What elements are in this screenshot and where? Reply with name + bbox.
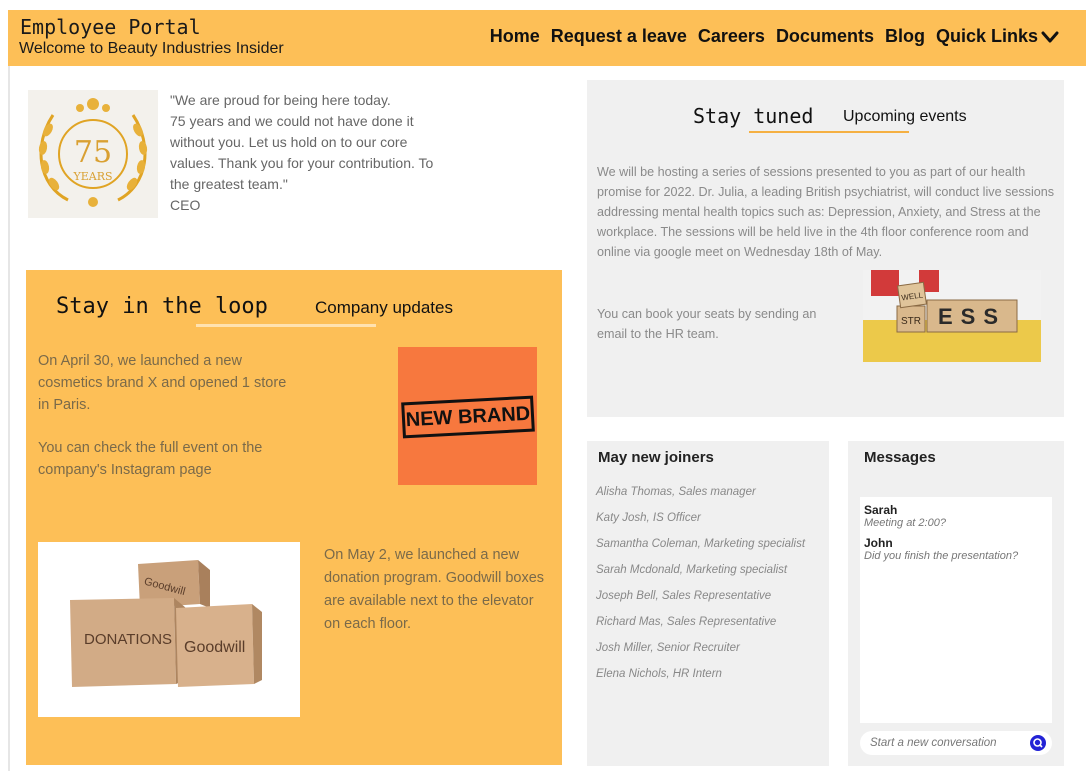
upcoming-events-section: Stay tuned Upcoming events We will be ho… [587, 80, 1064, 417]
nav-quick-links[interactable]: Quick Links [936, 26, 1060, 47]
company-updates-section: Stay in the loop Company updates On Apri… [26, 270, 562, 765]
joiners-title: May new joiners [598, 449, 714, 466]
update-instagram: You can check the full event on the comp… [38, 440, 263, 478]
event-booking-info: You can book your seats by sending an em… [597, 307, 817, 341]
nav-careers[interactable]: Careers [698, 26, 765, 47]
list-item: Joseph Bell, Sales Representative [596, 590, 772, 602]
top-header: Employee Portal Welcome to Beauty Indust… [8, 10, 1086, 66]
joiners-list: Alisha Thomas, Sales manager Katy Josh, … [596, 485, 822, 693]
messages-section: Messages Sarah Meeting at 2:00? John Did… [848, 441, 1064, 766]
new-brand-stamp: NEW BRAND [401, 395, 535, 439]
list-item: Richard Mas, Sales Representative [596, 616, 777, 628]
list-item: Elena Nichols, HR Intern [596, 668, 722, 680]
quote-line: values. Thank you for your contribution.… [170, 155, 434, 171]
nav-home[interactable]: Home [490, 26, 540, 47]
list-item: Samantha Coleman, Marketing specialist [596, 538, 806, 550]
nav-documents[interactable]: Documents [776, 26, 874, 47]
quote-line: without you. Let us hold on to our core [170, 134, 408, 150]
tuned-title: Stay tuned [693, 104, 814, 128]
quote-line: the greatest team." [170, 176, 288, 192]
message-preview: Did you finish the presentation? [864, 550, 1019, 562]
update-brand-launch: On April 30, we launched a new cosmetics… [38, 353, 287, 413]
new-joiners-section: May new joiners Alisha Thomas, Sales man… [587, 441, 829, 766]
new-conversation-bar [860, 731, 1052, 755]
quote-line: 75 years and we could not have done it [170, 113, 414, 129]
quick-links-label: Quick Links [935, 26, 1038, 46]
page-edge [8, 66, 10, 771]
messages-title: Messages [864, 449, 936, 466]
donation-boxes-image: Goodwill DONATIONS Goodwill [38, 542, 300, 717]
cube-letters: ESS [938, 304, 1006, 329]
loop-underline [196, 324, 376, 327]
new-brand-image: NEW BRAND [398, 347, 537, 485]
quote-author: CEO [170, 197, 201, 213]
nav-request-leave[interactable]: Request a leave [551, 26, 687, 47]
cube-letters: STR [901, 316, 921, 327]
chevron-down-icon [1041, 31, 1059, 42]
list-item: Sarah Mcdonald, Marketing specialist [596, 564, 788, 576]
message-sender: Sarah [864, 503, 898, 517]
ceo-quote: "We are proud for being here today. 75 y… [170, 90, 480, 216]
message-item[interactable]: Sarah Meeting at 2:00? [860, 497, 1052, 530]
nav-blog[interactable]: Blog [885, 26, 925, 47]
tuned-underline [749, 131, 909, 133]
send-button[interactable] [1030, 735, 1046, 751]
list-item: Alisha Thomas, Sales manager [596, 486, 756, 498]
loop-tag: Company updates [315, 298, 453, 317]
quote-line: "We are proud for being here today. [170, 92, 391, 108]
event-description: We will be hosting a series of sessions … [597, 165, 1055, 259]
message-item[interactable]: John Did you finish the presentation? [860, 530, 1052, 563]
message-preview: Meeting at 2:00? [864, 517, 946, 529]
box-label: DONATIONS [84, 631, 172, 648]
search-icon [1033, 738, 1043, 748]
portal-title: Employee Portal [20, 15, 201, 39]
message-sender: John [864, 536, 893, 550]
portal-subtitle: Welcome to Beauty Industries Insider [19, 40, 284, 57]
update-donation-program: On May 2, we launched a new donation pro… [324, 547, 545, 632]
badge-word: YEARS [72, 170, 112, 183]
box-label: Goodwill [184, 639, 245, 656]
stress-cubes-image: STR WELL ESS [863, 270, 1041, 362]
list-item: Katy Josh, IS Officer [596, 512, 701, 524]
main-nav: Home Request a leave Careers Documents B… [490, 26, 1060, 47]
new-conversation-input[interactable] [870, 734, 1020, 752]
list-item: Josh Miller, Senior Recruiter [596, 642, 740, 654]
message-list: Sarah Meeting at 2:00? John Did you fini… [860, 497, 1052, 723]
tuned-tag: Upcoming events [843, 108, 967, 125]
loop-title: Stay in the loop [56, 294, 268, 319]
anniversary-badge-image: 75 YEARS [28, 90, 158, 218]
badge-number: 75 [74, 135, 112, 170]
